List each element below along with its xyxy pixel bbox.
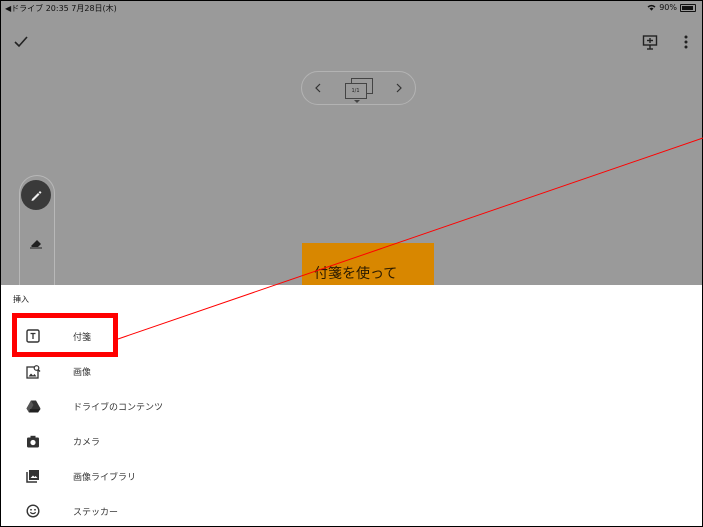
page-thumbnail-button[interactable]: 1/1 bbox=[344, 78, 373, 103]
drive-icon bbox=[24, 397, 42, 415]
insert-item-label: 画像ライブラリ bbox=[73, 472, 137, 483]
sticky-note-text: 付箋を使って bbox=[314, 266, 398, 282]
battery-icon bbox=[680, 3, 696, 12]
battery-percent: 90% bbox=[659, 3, 677, 12]
more-vert-icon[interactable] bbox=[679, 31, 693, 53]
insert-item-sticker[interactable]: ステッカー bbox=[1, 494, 702, 526]
app-window: ◀ドライブ 20:35 7月28日(木) 90% 1/1 付箋を使って 挿入 付… bbox=[0, 0, 703, 527]
insert-item-camera[interactable]: カメラ bbox=[1, 424, 702, 458]
sticky-note[interactable]: 付箋を使って bbox=[302, 243, 434, 285]
status-bar: ◀ドライブ 20:35 7月28日(木) 90% bbox=[1, 1, 702, 15]
page-indicator: 1/1 bbox=[344, 83, 367, 99]
insert-item-photo-library[interactable]: 画像ライブラリ bbox=[1, 459, 702, 493]
image-search-icon bbox=[24, 362, 42, 380]
present-icon[interactable] bbox=[639, 31, 661, 53]
pen-tool-icon[interactable] bbox=[21, 180, 51, 210]
top-toolbar bbox=[1, 15, 702, 64]
dropdown-arrow-icon bbox=[353, 100, 360, 103]
wifi-icon bbox=[647, 4, 656, 11]
insert-item-drive-content[interactable]: ドライブのコンテンツ bbox=[1, 389, 702, 423]
photo-library-icon bbox=[24, 467, 42, 485]
insert-item-label: ドライブのコンテンツ bbox=[73, 402, 164, 413]
eraser-tool-icon[interactable] bbox=[25, 233, 49, 253]
check-icon[interactable] bbox=[11, 32, 31, 52]
chevron-right-icon[interactable] bbox=[393, 82, 405, 94]
annotation-highlight-box bbox=[12, 313, 118, 357]
insert-sheet-title: 挿入 bbox=[13, 295, 29, 304]
insert-item-label: ステッカー bbox=[73, 507, 119, 518]
status-bar-left: ◀ドライブ 20:35 7月28日(木) bbox=[5, 4, 117, 13]
canvas-area[interactable]: 1/1 付箋を使って bbox=[1, 63, 702, 296]
sticker-icon bbox=[24, 502, 42, 520]
insert-item-image[interactable]: 画像 bbox=[1, 354, 702, 388]
chevron-left-icon[interactable] bbox=[312, 82, 324, 94]
insert-item-label: 画像 bbox=[73, 367, 92, 378]
insert-item-label: カメラ bbox=[73, 437, 101, 448]
status-bar-right: 90% bbox=[647, 3, 696, 12]
page-navigator: 1/1 bbox=[301, 71, 416, 105]
camera-icon bbox=[24, 432, 42, 450]
